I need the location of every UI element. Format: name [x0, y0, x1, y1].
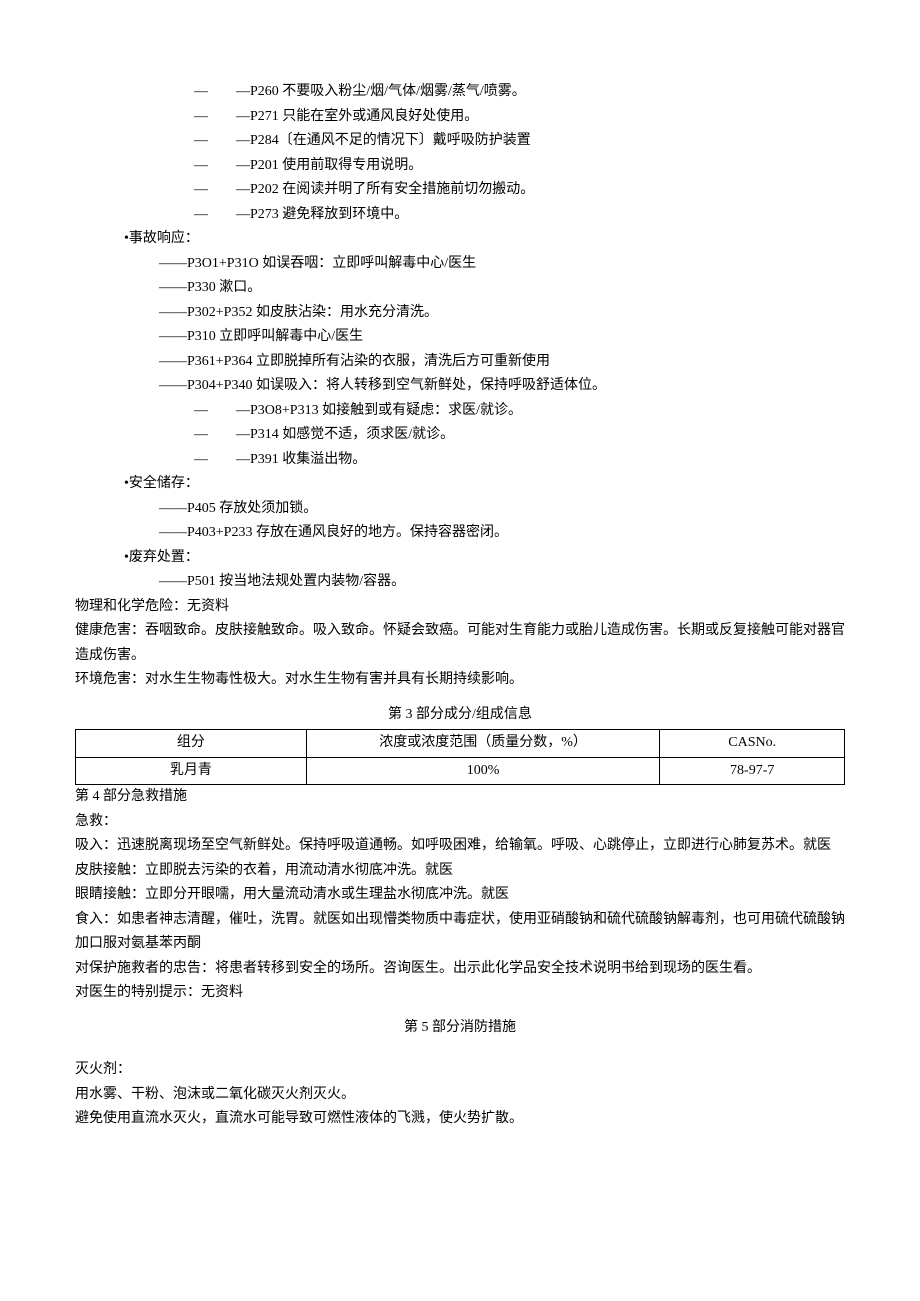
response-item: — —P391 收集溢出物。 — [75, 448, 845, 473]
table-header: CASNo. — [660, 730, 845, 758]
response-item: ——P361+P364 立即脱掉所有沾染的衣服，清洗后方可重新使用 — [75, 350, 845, 375]
table-cell: 100% — [306, 757, 660, 785]
first-aid-line: 对保护施救者的忠告：将患者转移到安全的场所。咨询医生。出示此化学品安全技术说明书… — [75, 957, 845, 982]
first-aid-line: 对医生的特别提示：无资料 — [75, 981, 845, 1006]
response-item: ——P310 立即呼叫解毒中心/医生 — [75, 325, 845, 350]
storage-item: ——P405 存放处须加锁。 — [75, 497, 845, 522]
prevention-item: — —P201 使用前取得专用说明。 — [75, 154, 845, 179]
disposal-item: ——P501 按当地法规处置内装物/容器。 — [75, 570, 845, 595]
section-4-title: 第 4 部分急救措施 — [75, 785, 845, 810]
first-aid-line: 急救： — [75, 810, 845, 835]
table-row: 乳月青 100% 78-97-7 — [76, 757, 845, 785]
env-hazard: 环境危害：对水生生物毒性极大。对水生生物有害并具有长期持续影响。 — [75, 668, 845, 693]
section-3-title: 第 3 部分成分/组成信息 — [75, 703, 845, 728]
first-aid-line: 皮肤接触：立即脱去污染的衣着，用流动清水彻底冲洗。就医 — [75, 859, 845, 884]
table-header: 浓度或浓度范围（质量分数，%） — [306, 730, 660, 758]
table-cell: 78-97-7 — [660, 757, 845, 785]
first-aid-line: 眼睛接触：立即分开眼嚅，用大量流动清水或生理盐水彻底冲洗。就医 — [75, 883, 845, 908]
section-5-title: 第 5 部分消防措施 — [75, 1016, 845, 1041]
storage-heading: •安全储存： — [75, 472, 845, 497]
health-hazard: 健康危害：吞咽致命。皮肤接触致命。吸入致命。怀疑会致癌。可能对生育能力或胎儿造成… — [75, 619, 845, 668]
firefighting-line: 用水雾、干粉、泡沫或二氧化碳灭火剂灭火。 — [75, 1083, 845, 1108]
prevention-item: — —P202 在阅读并明了所有安全措施前切勿搬动。 — [75, 178, 845, 203]
composition-table: 组分 浓度或浓度范围（质量分数，%） CASNo. 乳月青 100% 78-97… — [75, 729, 845, 785]
first-aid-line: 吸入：迅速脱离现场至空气新鲜处。保持呼吸道通畅。如呼吸困难，给输氧。呼吸、心跳停… — [75, 834, 845, 859]
prevention-item: — —P260 不要吸入粉尘/烟/气体/烟雾/蒸气/喷雾。 — [75, 80, 845, 105]
response-heading: •事故响应： — [75, 227, 845, 252]
prevention-item: — —P273 避免释放到环境中。 — [75, 203, 845, 228]
first-aid-line: 食入：如患者神志清醒，催吐，洗胃。就医如出现懵类物质中毒症状，使用亚硝酸钠和硫代… — [75, 908, 845, 957]
table-cell: 乳月青 — [76, 757, 307, 785]
response-item: ——P3O1+P31O 如误吞咽：立即呼叫解毒中心/医生 — [75, 252, 845, 277]
table-header-row: 组分 浓度或浓度范围（质量分数，%） CASNo. — [76, 730, 845, 758]
response-item: ——P330 漱口。 — [75, 276, 845, 301]
phys-chem-hazard: 物理和化学危险：无资料 — [75, 595, 845, 620]
prevention-item: — —P284〔在通风不足的情况下〕戴呼吸防护装置 — [75, 129, 845, 154]
prevention-item: — —P271 只能在室外或通风良好处使用。 — [75, 105, 845, 130]
response-item: ——P304+P340 如误吸入：将人转移到空气新鲜处，保持呼吸舒适体位。 — [75, 374, 845, 399]
table-header: 组分 — [76, 730, 307, 758]
disposal-heading: •废弃处置： — [75, 546, 845, 571]
firefighting-line: 避免使用直流水灭火，直流水可能导致可燃性液体的飞溅，使火势扩散。 — [75, 1107, 845, 1132]
storage-item: ——P403+P233 存放在通风良好的地方。保持容器密闭。 — [75, 521, 845, 546]
response-item: — —P314 如感觉不适，须求医/就诊。 — [75, 423, 845, 448]
response-item: — —P3O8+P313 如接触到或有疑虑：求医/就诊。 — [75, 399, 845, 424]
firefighting-line: 灭火剂： — [75, 1058, 845, 1083]
response-item: ——P302+P352 如皮肤沾染：用水充分清洗。 — [75, 301, 845, 326]
